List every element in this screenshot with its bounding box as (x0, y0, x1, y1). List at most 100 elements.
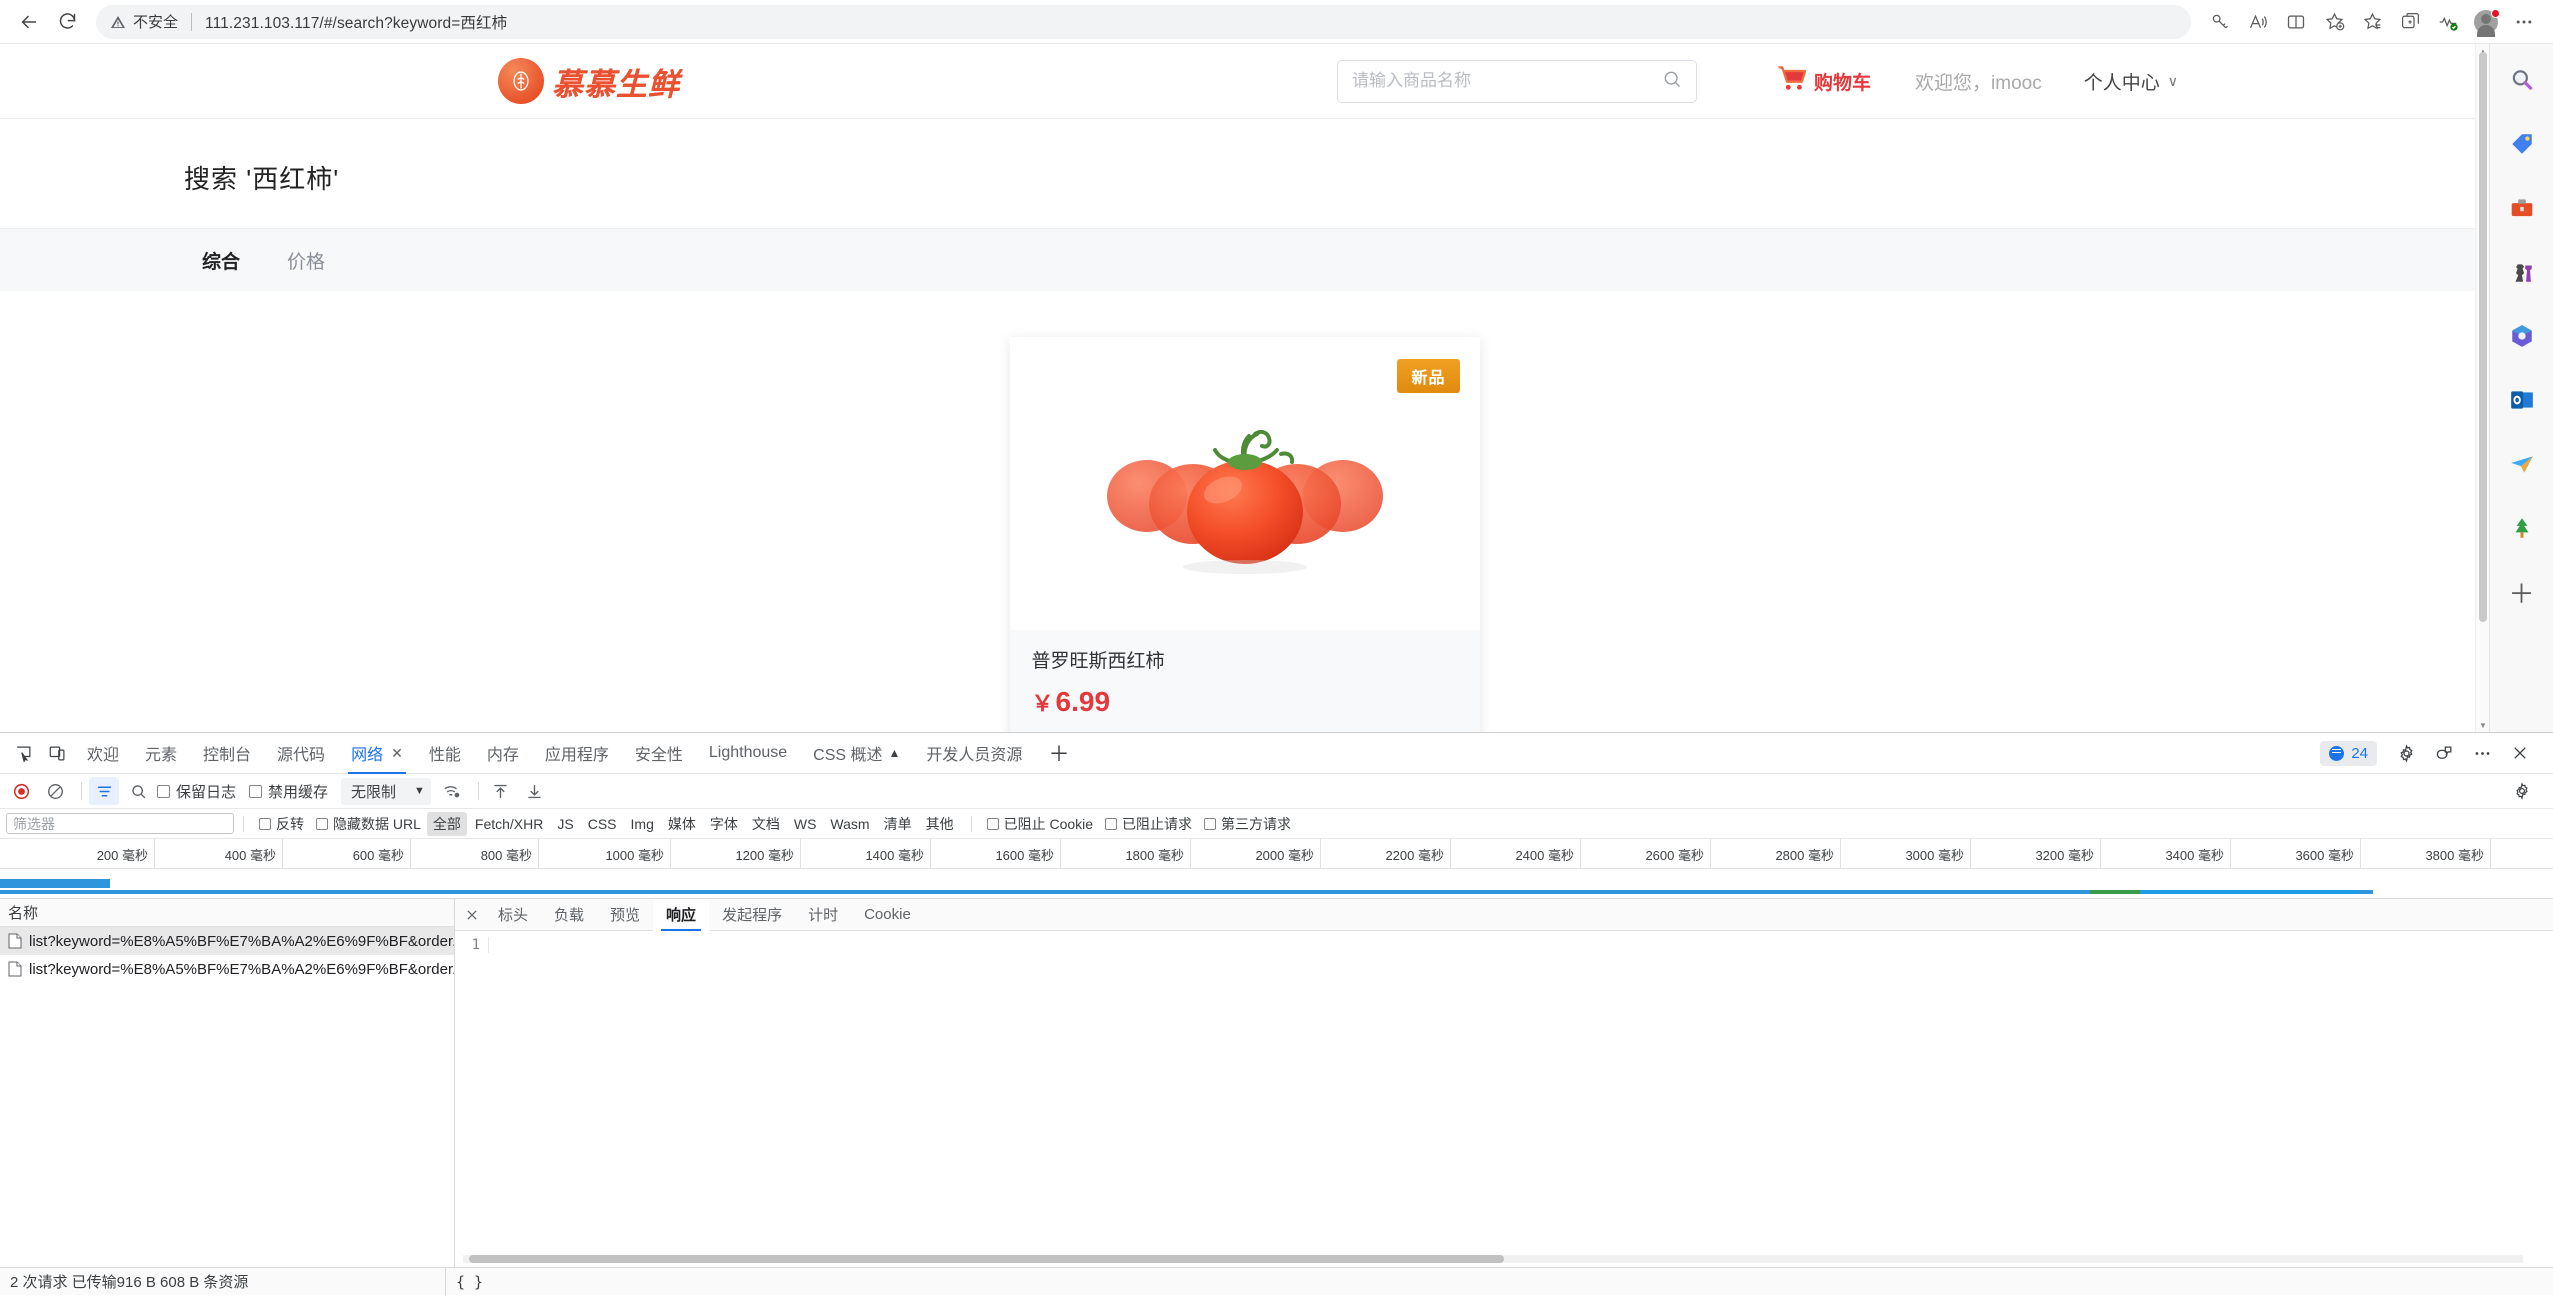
tab-sources[interactable]: 源代码 (264, 733, 338, 774)
split-screen-icon[interactable] (2277, 3, 2315, 41)
filter-type-fetch-xhr[interactable]: Fetch/XHR (469, 814, 549, 834)
product-card[interactable]: 新品 普罗旺斯西红柿 ￥6.99 (1009, 337, 1480, 732)
detail-tab-initiator[interactable]: 发起程序 (709, 899, 795, 931)
blocked-requests-checkbox[interactable]: 已阻止请求 (1105, 814, 1192, 834)
feedback-icon[interactable] (2427, 738, 2461, 768)
sort-tab-price[interactable]: 价格 (287, 247, 325, 274)
tab-performance[interactable]: 性能 (416, 733, 474, 774)
filter-type-other[interactable]: 其他 (920, 812, 960, 836)
collections-icon[interactable] (2353, 3, 2391, 41)
read-aloud-icon[interactable] (2239, 3, 2277, 41)
back-button[interactable] (10, 3, 48, 41)
import-har-icon[interactable] (486, 777, 516, 805)
reload-button[interactable] (48, 3, 86, 41)
filter-type-doc[interactable]: 文档 (746, 812, 786, 836)
scrollbar-thumb[interactable] (2479, 52, 2487, 622)
detail-tab-response[interactable]: 响应 (653, 898, 710, 931)
more-options-icon[interactable] (2505, 3, 2543, 41)
filter-type-js[interactable]: JS (551, 814, 579, 834)
network-split: 名称 list?keyword=%E8%A5%BF%E7%BA%A2%E6%9F… (0, 898, 2553, 1267)
status-badge: 新品 (1397, 359, 1460, 393)
detail-tab-headers[interactable]: 标头 (485, 899, 541, 931)
sort-tab-comprehensive[interactable]: 综合 (202, 247, 240, 274)
shopping-tag-icon[interactable] (2500, 122, 2544, 166)
blocked-cookies-checkbox[interactable]: 已阻止 Cookie (986, 814, 1093, 834)
preserve-log-checkbox[interactable]: 保留日志 (157, 781, 236, 802)
filter-type-media[interactable]: 媒体 (662, 812, 702, 836)
response-body[interactable]: 1 (455, 931, 2553, 1267)
tab-lighthouse[interactable]: Lighthouse (696, 733, 800, 774)
detail-tab-payload[interactable]: 负载 (541, 899, 597, 931)
network-overview[interactable] (0, 869, 2553, 899)
tree-icon[interactable] (2500, 506, 2544, 550)
browser-essentials-icon[interactable] (2429, 3, 2467, 41)
user-center-menu[interactable]: 个人中心 ∨ (2084, 68, 2178, 95)
browser-tabs-icon[interactable] (2391, 3, 2429, 41)
tab-security[interactable]: 安全性 (622, 733, 696, 774)
cart-link[interactable]: 购物车 (1777, 65, 1871, 97)
scroll-down-arrow[interactable]: ▼ (2476, 718, 2489, 732)
pretty-print-button[interactable]: { } (445, 1267, 483, 1296)
add-panel-button[interactable]: ＋ (1035, 733, 1082, 774)
close-detail-icon[interactable] (459, 908, 485, 922)
settings-gear-icon[interactable] (2389, 738, 2423, 768)
tab-elements[interactable]: 元素 (132, 733, 190, 774)
tab-console[interactable]: 控制台 (190, 733, 264, 774)
record-button[interactable] (6, 777, 36, 805)
hide-data-urls-checkbox[interactable]: 隐藏数据 URL (316, 814, 421, 834)
site-search-box[interactable] (1337, 59, 1697, 103)
tab-developer-resources[interactable]: 开发人员资源 (913, 733, 1035, 774)
close-devtools-icon[interactable] (2503, 738, 2537, 768)
key-icon[interactable] (2201, 3, 2239, 41)
filter-type-css[interactable]: CSS (582, 814, 623, 834)
microsoft-365-icon[interactable] (2500, 314, 2544, 358)
tab-application[interactable]: 应用程序 (532, 733, 622, 774)
throttling-select[interactable]: 无限制 ▼ (341, 777, 431, 805)
device-toolbar-icon[interactable] (40, 738, 74, 768)
search-icon[interactable] (1662, 69, 1682, 94)
third-party-checkbox[interactable]: 第三方请求 (1204, 814, 1291, 834)
filter-type-ws[interactable]: WS (788, 814, 823, 834)
export-har-icon[interactable] (520, 777, 550, 805)
network-conditions-icon[interactable] (437, 777, 467, 805)
address-bar[interactable]: 不安全 111.231.103.117/#/search?keyword=西红柿 (96, 4, 2191, 39)
search-icon[interactable] (2500, 58, 2544, 102)
tab-welcome[interactable]: 欢迎 (74, 733, 132, 774)
close-tab-icon[interactable]: ✕ (391, 745, 403, 762)
outlook-icon[interactable] (2500, 378, 2544, 422)
invert-checkbox[interactable]: 反转 (259, 814, 304, 834)
scrollbar-thumb[interactable] (469, 1255, 1504, 1263)
tab-css-overview[interactable]: CSS 概述 ▲ (800, 733, 913, 774)
network-settings-icon[interactable] (2513, 777, 2543, 805)
games-icon[interactable] (2500, 250, 2544, 294)
page-scrollbar[interactable]: ▲ ▼ (2475, 44, 2489, 732)
filter-type-font[interactable]: 字体 (704, 812, 744, 836)
clear-button[interactable] (40, 777, 70, 805)
tab-network[interactable]: 网络 ✕ (338, 733, 416, 774)
filter-type-all[interactable]: 全部 (426, 811, 467, 836)
issues-badge[interactable]: 24 (2320, 740, 2377, 766)
filter-type-manifest[interactable]: 清单 (878, 812, 918, 836)
tab-memory[interactable]: 内存 (474, 733, 532, 774)
table-row[interactable]: list?keyword=%E8%A5%BF%E7%BA%A2%E6%9F%BF… (0, 927, 454, 955)
detail-tab-preview[interactable]: 预览 (597, 899, 653, 931)
skype-icon[interactable] (2500, 442, 2544, 486)
table-row[interactable]: list?keyword=%E8%A5%BF%E7%BA%A2%E6%9F%BF… (0, 955, 454, 983)
more-tools-icon[interactable] (2465, 738, 2499, 768)
inspect-element-icon[interactable] (6, 738, 40, 768)
toolbox-icon[interactable] (2500, 186, 2544, 230)
site-logo[interactable]: 慕慕生鲜 (498, 58, 680, 104)
response-horizontal-scrollbar[interactable] (455, 1253, 2553, 1263)
disable-cache-checkbox[interactable]: 禁用缓存 (249, 781, 328, 802)
filter-type-img[interactable]: Img (625, 814, 660, 834)
filter-input[interactable]: 筛选器 (6, 813, 234, 834)
filter-toggle-button[interactable] (89, 777, 119, 805)
search-button[interactable] (123, 777, 153, 805)
add-sidebar-icon[interactable]: ＋ (2500, 570, 2544, 614)
detail-tab-timing[interactable]: 计时 (795, 899, 851, 931)
search-input[interactable] (1352, 71, 1662, 91)
detail-tab-cookie[interactable]: Cookie (851, 899, 924, 931)
filter-type-wasm[interactable]: Wasm (824, 814, 875, 834)
profile-avatar[interactable] (2467, 3, 2505, 41)
add-favorite-icon[interactable] (2315, 3, 2353, 41)
